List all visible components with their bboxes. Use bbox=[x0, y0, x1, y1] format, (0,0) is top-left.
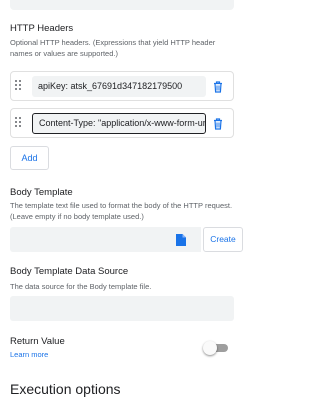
execution-options-title: Execution options bbox=[10, 381, 121, 397]
delete-icon[interactable] bbox=[213, 117, 223, 130]
previous-field-input[interactable] bbox=[10, 0, 234, 10]
body-template-data-source-input[interactable] bbox=[10, 296, 234, 321]
return-value-title: Return Value bbox=[10, 336, 65, 347]
body-template-title: Body Template bbox=[10, 187, 73, 198]
header-row: Content-Type: "application/x-www-form-ur… bbox=[10, 108, 234, 138]
body-template-row: Create bbox=[10, 227, 243, 252]
create-template-button[interactable]: Create bbox=[203, 227, 243, 252]
learn-more-link[interactable]: Learn more bbox=[10, 350, 48, 359]
http-headers-title: HTTP Headers bbox=[10, 23, 74, 34]
body-template-description: The template text file used to format th… bbox=[10, 201, 233, 221]
file-icon bbox=[176, 233, 186, 246]
header-row: apiKey: atsk_67691d347182179500 bbox=[10, 71, 234, 101]
body-template-data-source-title: Body Template Data Source bbox=[10, 266, 129, 277]
body-template-input[interactable] bbox=[10, 227, 162, 252]
add-header-button[interactable]: Add bbox=[10, 146, 49, 170]
drag-handle-icon[interactable] bbox=[15, 80, 23, 92]
body-template-data-source-description: The data source for the Body template fi… bbox=[10, 282, 152, 291]
drag-handle-icon[interactable] bbox=[15, 117, 23, 129]
header-input[interactable]: apiKey: atsk_67691d347182179500 bbox=[32, 76, 206, 97]
file-picker-button[interactable] bbox=[162, 227, 201, 252]
delete-icon[interactable] bbox=[213, 80, 223, 93]
toggle-thumb bbox=[203, 341, 217, 355]
return-value-toggle[interactable] bbox=[203, 341, 229, 355]
header-input[interactable]: Content-Type: "application/x-www-form-ur… bbox=[32, 113, 206, 134]
http-headers-description: Optional HTTP headers. (Expressions that… bbox=[10, 38, 216, 58]
